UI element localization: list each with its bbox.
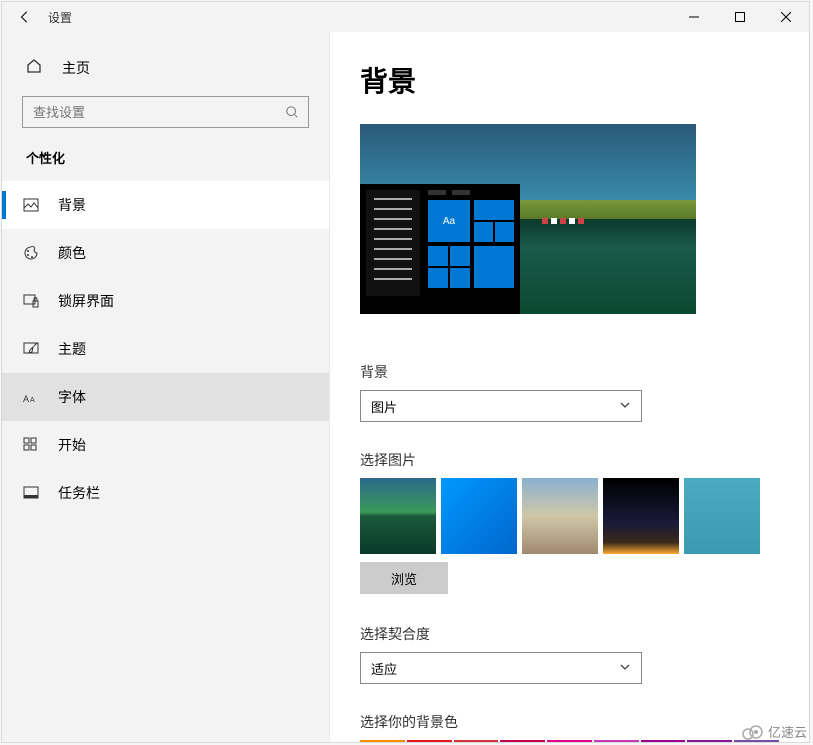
sidebar-item-label: 锁屏界面: [58, 291, 114, 311]
lock-screen-icon: [22, 293, 40, 309]
color-chip[interactable]: [547, 740, 592, 742]
sidebar-item-label: 主题: [58, 339, 86, 359]
color-chip[interactable]: [687, 740, 732, 742]
sidebar-item-label: 字体: [58, 387, 86, 407]
brush-icon: [22, 341, 40, 357]
sidebar-item-label: 开始: [58, 435, 86, 455]
color-chip[interactable]: [594, 740, 639, 742]
color-chip[interactable]: [500, 740, 545, 742]
fit-label: 选择契合度: [360, 624, 779, 644]
chevron-down-icon: [619, 661, 631, 676]
preview-tile-aa: Aa: [428, 200, 470, 242]
color-chip[interactable]: [454, 740, 499, 742]
maximize-button[interactable]: [717, 2, 763, 32]
maximize-icon: [735, 12, 745, 22]
background-select-value: 图片: [371, 397, 397, 416]
thumbnail-4[interactable]: [603, 478, 679, 554]
svg-text:A: A: [30, 397, 35, 404]
apps-icon: [22, 437, 40, 453]
color-chip[interactable]: [360, 740, 405, 742]
sidebar-item-background[interactable]: 背景: [2, 181, 329, 229]
search-input[interactable]: [23, 105, 276, 120]
sidebar-item-colors[interactable]: 颜色: [2, 229, 329, 277]
choose-color-label: 选择你的背景色: [360, 712, 779, 732]
thumbnail-3[interactable]: [522, 478, 598, 554]
sidebar-item-label: 背景: [58, 195, 86, 215]
sidebar-item-start[interactable]: 开始: [2, 421, 329, 469]
main-content: 背景 Aa: [330, 32, 809, 742]
desktop-preview: Aa: [360, 124, 696, 314]
search-box[interactable]: [22, 96, 309, 128]
search-icon: [276, 105, 308, 119]
home-icon: [26, 58, 42, 79]
watermark: 亿速云: [740, 722, 807, 741]
window-title: 设置: [48, 9, 72, 26]
watermark-text: 亿速云: [768, 722, 807, 741]
sidebar: 主页 个性化 背景 颜色 锁屏界面: [2, 32, 330, 742]
page-title: 背景: [360, 60, 779, 100]
minimize-button[interactable]: [671, 2, 717, 32]
home-label: 主页: [62, 58, 90, 78]
nav-list: 背景 颜色 锁屏界面 主题 AA 字体: [2, 181, 329, 517]
sidebar-item-themes[interactable]: 主题: [2, 325, 329, 373]
start-menu-preview: Aa: [360, 184, 520, 314]
background-select[interactable]: 图片: [360, 390, 642, 422]
back-button[interactable]: [2, 2, 48, 32]
font-icon: AA: [22, 389, 40, 405]
choose-picture-label: 选择图片: [360, 450, 779, 470]
close-icon: [781, 12, 791, 22]
sidebar-item-lockscreen[interactable]: 锁屏界面: [2, 277, 329, 325]
chevron-down-icon: [619, 399, 631, 414]
thumbnail-2[interactable]: [441, 478, 517, 554]
settings-window: 设置 主页: [1, 1, 810, 743]
thumbnail-1[interactable]: [360, 478, 436, 554]
cloud-icon: [740, 723, 766, 741]
picture-thumbnails: [360, 478, 779, 554]
section-title: 个性化: [2, 138, 329, 173]
picture-icon: [22, 197, 40, 213]
sidebar-item-fonts[interactable]: AA 字体: [2, 373, 329, 421]
color-swatches: [360, 740, 779, 742]
sidebar-item-label: 颜色: [58, 243, 86, 263]
thumbnail-5[interactable]: [684, 478, 760, 554]
palette-icon: [22, 245, 40, 261]
sidebar-item-label: 任务栏: [58, 483, 100, 503]
arrow-left-icon: [18, 10, 32, 24]
color-chip[interactable]: [407, 740, 452, 742]
fit-select-value: 适应: [371, 659, 397, 678]
sidebar-item-taskbar[interactable]: 任务栏: [2, 469, 329, 517]
title-bar: 设置: [2, 2, 809, 32]
minimize-icon: [689, 12, 699, 22]
svg-text:A: A: [23, 394, 29, 404]
close-button[interactable]: [763, 2, 809, 32]
browse-button[interactable]: 浏览: [360, 562, 448, 594]
background-label: 背景: [360, 362, 779, 382]
home-button[interactable]: 主页: [2, 48, 329, 88]
fit-select[interactable]: 适应: [360, 652, 642, 684]
color-chip[interactable]: [641, 740, 686, 742]
taskbar-icon: [22, 485, 40, 501]
